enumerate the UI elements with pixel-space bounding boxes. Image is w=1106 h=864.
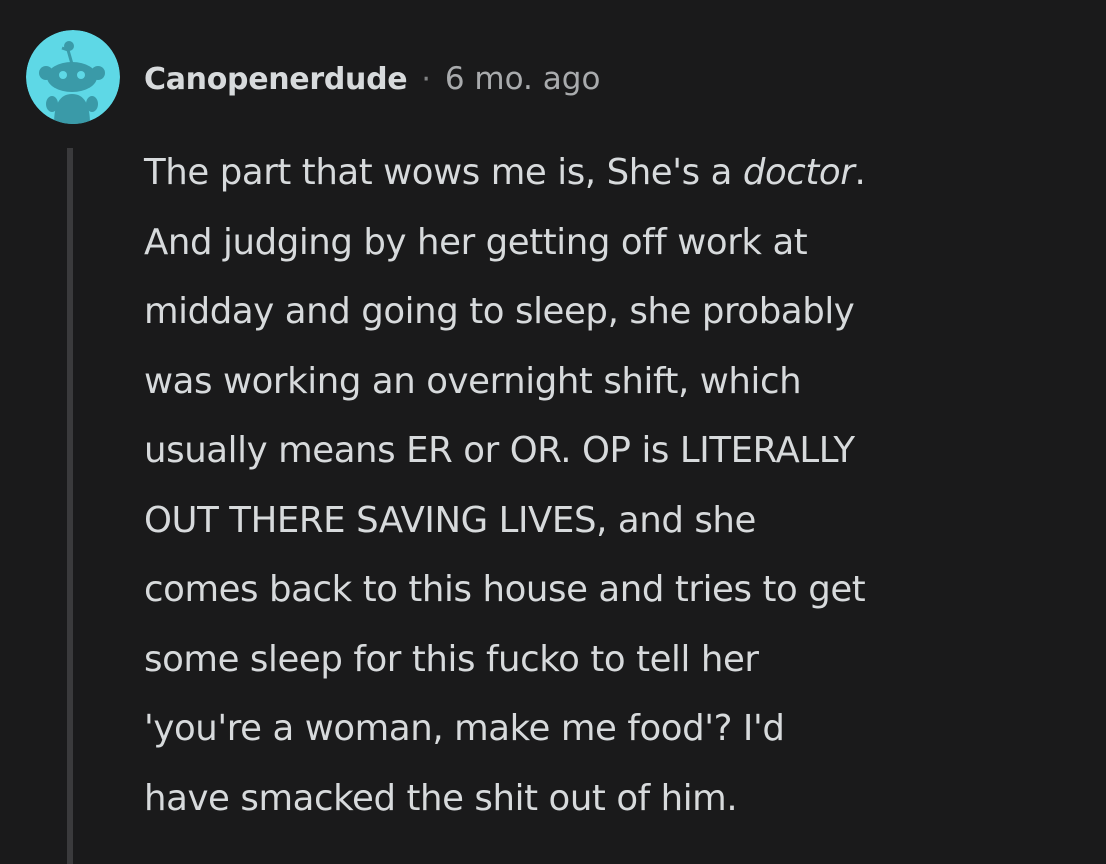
comment-emphasis: doctor (742, 152, 855, 193)
comment-body-line: And judging by her getting off work at (144, 221, 808, 263)
comment-body-line: usually means ER or OR. OP is LITERALLY (144, 430, 855, 471)
user-avatar[interactable] (26, 30, 120, 124)
comment-body-line: have smacked the shit out of him. (144, 777, 738, 819)
comment-text: The part that wows me is, She's a (144, 152, 743, 193)
comment-meta: Canopenerdude · 6 mo. ago (144, 56, 600, 102)
meta-separator: · (421, 61, 431, 97)
comment-text: . (854, 152, 866, 193)
reddit-snoo-avatar-icon (26, 30, 120, 124)
comment-body-line: midday and going to sleep, she probably (144, 291, 855, 332)
comment-body-line: comes back to this house and tries to ge… (144, 569, 866, 610)
comment: Canopenerdude · 6 mo. ago The part that … (0, 0, 1106, 864)
thread-collapse-line[interactable] (67, 148, 73, 864)
username-link[interactable]: Canopenerdude (144, 62, 408, 97)
comment-body-line: The part that wows me is, She's a doctor… (144, 138, 1074, 208)
comment-timestamp[interactable]: 6 mo. ago (445, 61, 601, 97)
comment-body-line: some sleep for this fucko to tell her (144, 638, 759, 680)
comment-body: The part that wows me is, She's a doctor… (144, 138, 1074, 833)
comment-body-line: was working an overnight shift, which (144, 360, 802, 402)
comment-body-line: OUT THERE SAVING LIVES, and she (144, 499, 756, 541)
comment-body-line: 'you're a woman, make me food'? I'd (144, 708, 785, 749)
